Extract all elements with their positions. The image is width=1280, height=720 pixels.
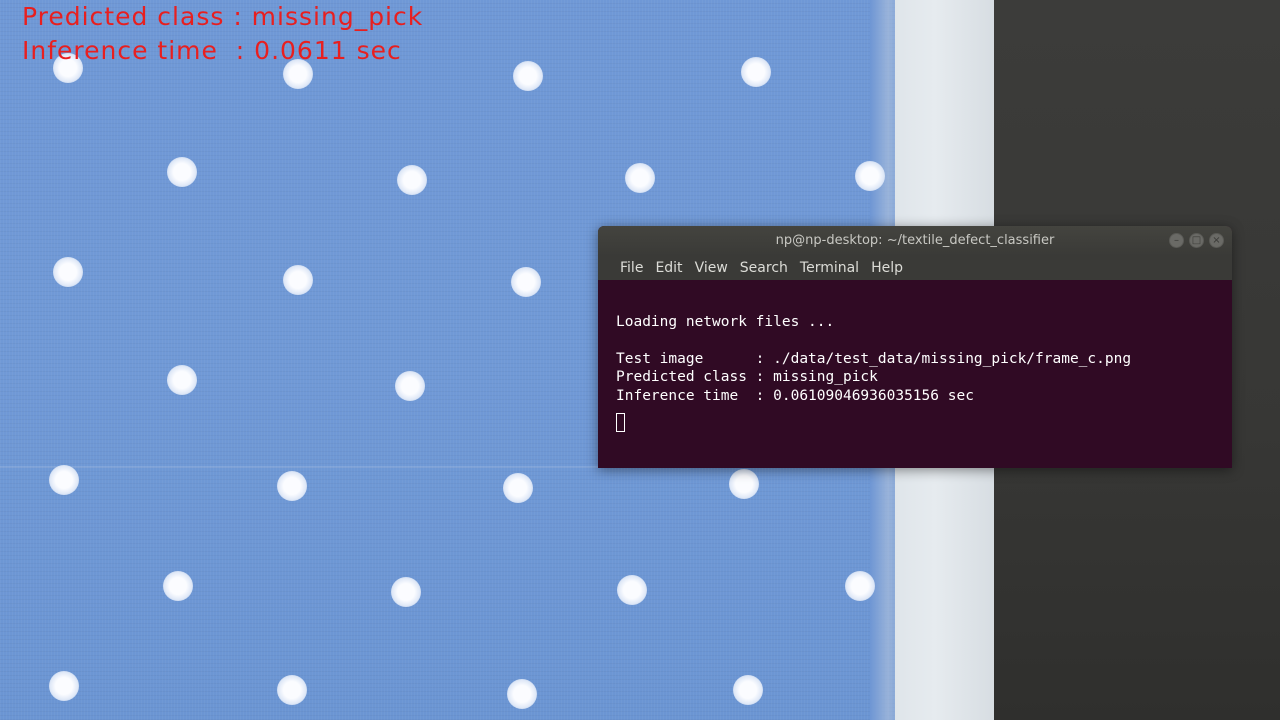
terminal-titlebar[interactable]: np@np-desktop: ~/textile_defect_classifi… — [598, 226, 1232, 256]
terminal-line-test-image: Test image : ./data/test_data/missing_pi… — [616, 350, 1132, 367]
terminal-output[interactable]: Loading network files ... Test image : .… — [598, 280, 1232, 452]
terminal-line-inference-time: Inference time : 0.06109046936035156 sec — [616, 387, 974, 404]
terminal-cursor — [616, 413, 625, 432]
polka-dot — [277, 471, 307, 501]
menu-file[interactable]: File — [614, 256, 649, 280]
terminal-line-predicted-class: Predicted class : missing_pick — [616, 369, 878, 385]
polka-dot — [855, 161, 885, 191]
polka-dot — [49, 465, 79, 495]
polka-dot — [283, 265, 313, 295]
close-icon[interactable]: × — [1209, 233, 1224, 248]
polka-dot — [395, 371, 425, 401]
menu-edit[interactable]: Edit — [649, 256, 688, 280]
terminal-menubar: File Edit View Search Terminal Help — [598, 256, 1232, 280]
menu-help[interactable]: Help — [865, 256, 909, 280]
window-controls: – □ × — [1169, 233, 1224, 248]
polka-dot — [511, 267, 541, 297]
polka-dot — [49, 671, 79, 701]
polka-dot — [729, 469, 759, 499]
menu-search[interactable]: Search — [734, 256, 794, 280]
polka-dot — [741, 57, 771, 87]
terminal-window[interactable]: np@np-desktop: ~/textile_defect_classifi… — [598, 226, 1232, 468]
polka-dot — [397, 165, 427, 195]
polka-dot — [53, 257, 83, 287]
polka-dot — [167, 365, 197, 395]
polka-dot — [733, 675, 763, 705]
polka-dot — [625, 163, 655, 193]
window-title: np@np-desktop: ~/textile_defect_classifi… — [775, 233, 1055, 248]
polka-dot — [617, 575, 647, 605]
menu-terminal[interactable]: Terminal — [794, 256, 865, 280]
polka-dot — [503, 473, 533, 503]
terminal-line-loading: Loading network files ... — [616, 313, 835, 330]
polka-dot — [513, 61, 543, 91]
polka-dot — [391, 577, 421, 607]
polka-dot — [167, 157, 197, 187]
polka-dot — [845, 571, 875, 601]
predicted-class-overlay: Predicted class : missing_pick — [22, 2, 424, 31]
polka-dot — [163, 571, 193, 601]
inference-time-overlay: Inference time : 0.0611 sec — [22, 36, 402, 65]
polka-dot — [277, 675, 307, 705]
minimize-icon[interactable]: – — [1169, 233, 1184, 248]
maximize-icon[interactable]: □ — [1189, 233, 1204, 248]
polka-dot — [507, 679, 537, 709]
menu-view[interactable]: View — [689, 256, 734, 280]
